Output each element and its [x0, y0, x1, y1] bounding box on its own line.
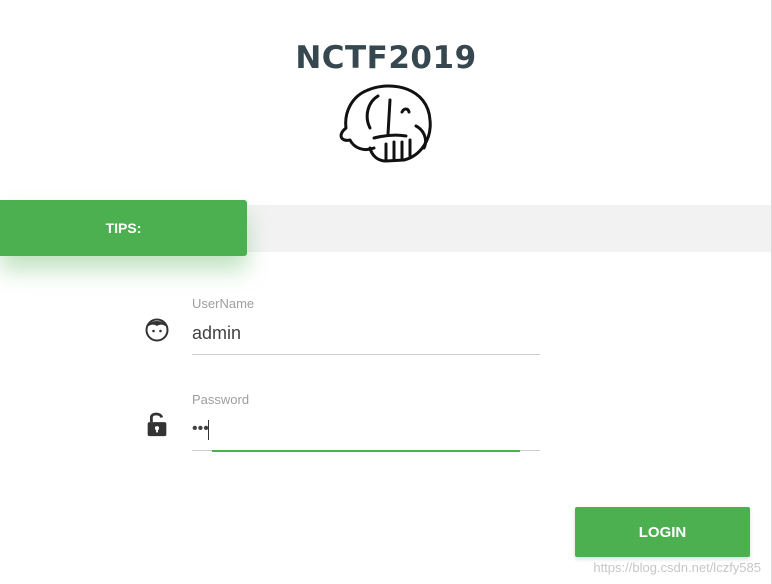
- password-focus-underline: [212, 450, 520, 452]
- login-page: NCTF2019 TIPS: UserName Password •••: [0, 0, 772, 584]
- tips-badge: TIPS:: [0, 200, 247, 256]
- unlock-icon: [147, 412, 167, 437]
- password-label: Password: [192, 392, 250, 407]
- login-button[interactable]: LOGIN: [575, 507, 750, 557]
- text-caret: [208, 420, 209, 440]
- elephant-logo-icon: [339, 84, 432, 163]
- page-title: NCTF2019: [295, 40, 477, 76]
- username-label: UserName: [192, 296, 255, 311]
- username-underline: [192, 354, 540, 355]
- user-face-icon: [145, 318, 169, 342]
- username-input[interactable]: [192, 318, 540, 348]
- password-input[interactable]: •••: [192, 418, 540, 448]
- watermark-text: https://blog.csdn.net/lczfy585: [593, 560, 761, 575]
